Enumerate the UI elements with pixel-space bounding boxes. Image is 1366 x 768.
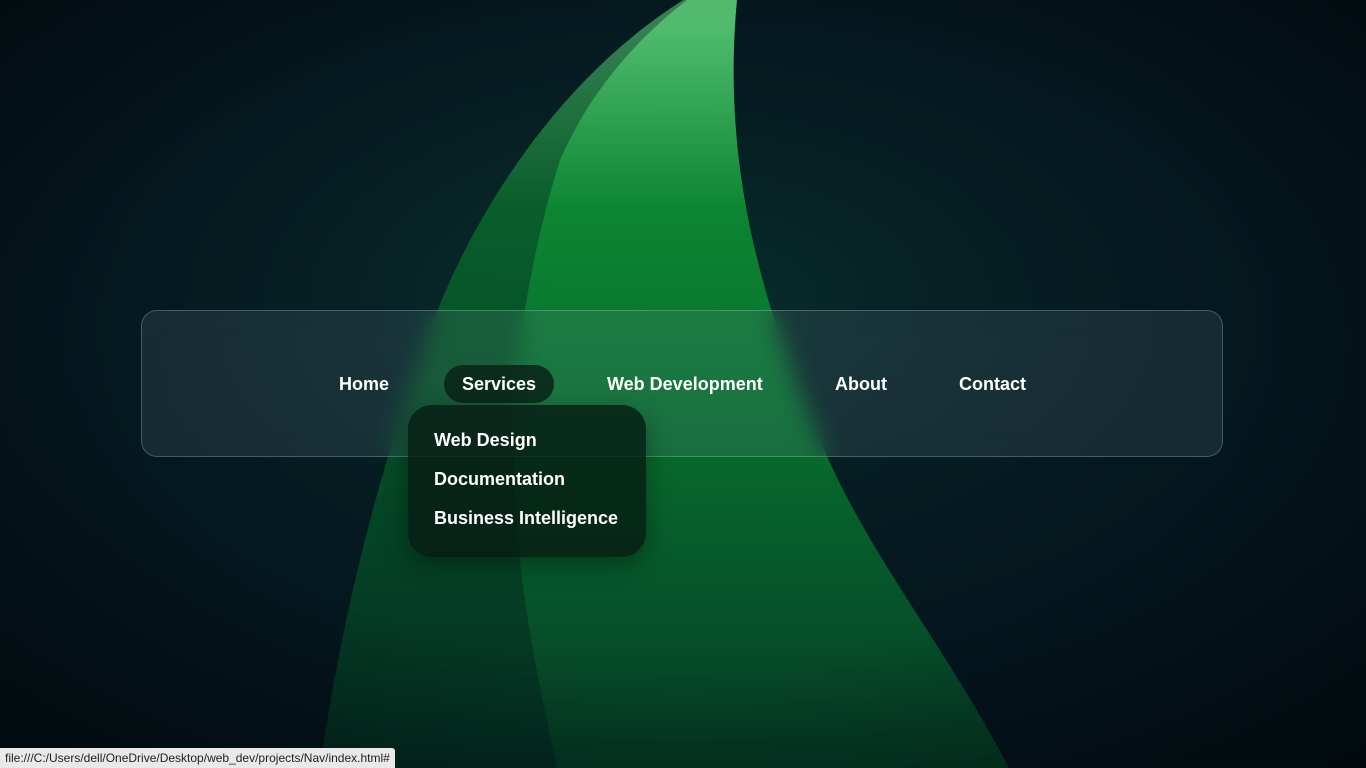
nav-item-services[interactable]: Services: [444, 365, 555, 403]
nav-item-contact[interactable]: Contact: [959, 365, 1026, 403]
dropdown-item-web-design[interactable]: Web Design: [434, 430, 537, 451]
services-dropdown-menu: Web Design Documentation Business Intell…: [408, 405, 646, 557]
nav-item-web-development[interactable]: Web Development: [607, 365, 763, 403]
nav-item-about[interactable]: About: [835, 365, 887, 403]
dropdown-item-business-intelligence[interactable]: Business Intelligence: [434, 508, 618, 529]
dropdown-item-documentation[interactable]: Documentation: [434, 469, 565, 490]
browser-status-url: file:///C:/Users/dell/OneDrive/Desktop/w…: [0, 748, 395, 768]
nav-item-home[interactable]: Home: [339, 365, 389, 403]
